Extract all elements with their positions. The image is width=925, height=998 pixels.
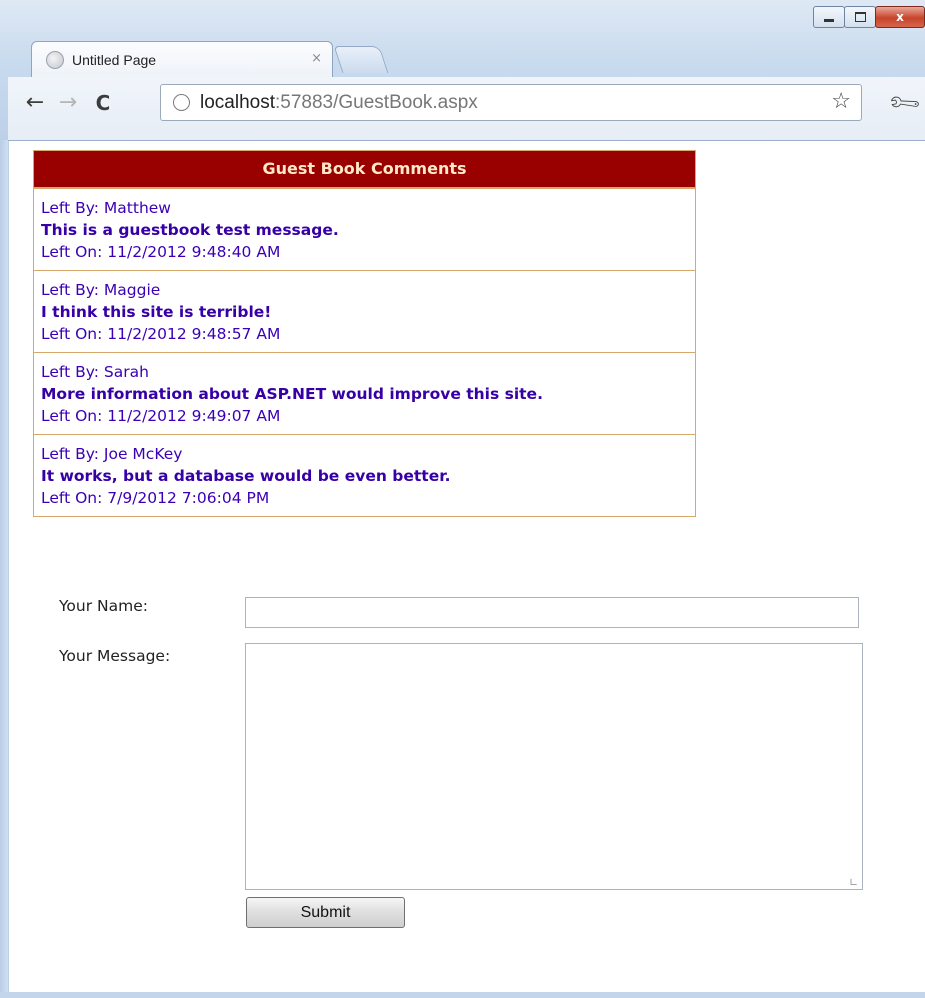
- address-bar[interactable]: localhost:57883/GuestBook.aspx ☆: [160, 84, 862, 121]
- entry-message: It works, but a database would be even b…: [41, 467, 451, 485]
- name-label: Your Name:: [59, 597, 148, 615]
- entry-message: I think this site is terrible!: [41, 303, 272, 321]
- url-path: :57883/GuestBook.aspx: [275, 91, 478, 113]
- maximize-icon: [854, 12, 866, 22]
- entry-author: Left By: Joe McKey: [41, 445, 183, 463]
- minimize-icon: [824, 19, 834, 22]
- resize-grip-icon[interactable]: ∟: [849, 876, 858, 889]
- entry-date: Left On: 11/2/2012 9:48:57 AM: [41, 325, 281, 343]
- page-favicon-icon: [46, 51, 64, 69]
- entry-date: Left On: 11/2/2012 9:48:40 AM: [41, 243, 281, 261]
- page-info-icon[interactable]: [173, 94, 190, 111]
- window-controls: x: [813, 6, 925, 28]
- back-arrow-icon[interactable]: ←: [22, 89, 48, 117]
- browser-tab-active[interactable]: Untitled Page ×: [31, 41, 333, 78]
- browser-toolbar: ← → C localhost:57883/GuestBook.aspx ☆ 🔧…: [8, 77, 925, 141]
- guestbook-header: Guest Book Comments: [34, 151, 695, 188]
- page-content: Guest Book Comments Left By: Matthew Thi…: [9, 141, 925, 992]
- entry-author: Left By: Sarah: [41, 363, 149, 381]
- entry-date: Left On: 11/2/2012 9:49:07 AM: [41, 407, 281, 425]
- submit-button[interactable]: Submit: [246, 897, 405, 928]
- message-textarea[interactable]: [245, 643, 863, 890]
- message-label: Your Message:: [59, 647, 171, 665]
- entry-author: Left By: Maggie: [41, 281, 161, 299]
- entry-date: Left On: 7/9/2012 7:06:04 PM: [41, 489, 270, 507]
- new-tab-button[interactable]: [333, 46, 389, 73]
- minimize-button[interactable]: [813, 6, 845, 28]
- tab-close-icon[interactable]: ×: [311, 51, 322, 66]
- maximize-button[interactable]: [844, 6, 876, 28]
- entry-message: More information about ASP.NET would imp…: [41, 385, 543, 403]
- window-left-border: [0, 140, 8, 998]
- window-bottom-border: [0, 992, 925, 998]
- guestbook-entry: Left By: Joe McKey It works, but a datab…: [34, 434, 695, 516]
- address-url[interactable]: localhost:57883/GuestBook.aspx: [200, 92, 478, 114]
- guestbook-entry: Left By: Matthew This is a guestbook tes…: [34, 188, 695, 270]
- bookmark-star-icon[interactable]: ☆: [831, 89, 851, 114]
- entry-author: Left By: Matthew: [41, 199, 171, 217]
- wrench-menu-icon[interactable]: 🔧︎: [886, 85, 923, 122]
- forward-arrow-icon[interactable]: →: [55, 89, 81, 117]
- url-host: localhost: [200, 91, 275, 113]
- tab-title: Untitled Page: [72, 52, 157, 68]
- window-close-button[interactable]: x: [875, 6, 925, 28]
- guestbook-entry: Left By: Maggie I think this site is ter…: [34, 270, 695, 352]
- entry-message: This is a guestbook test message.: [41, 221, 339, 239]
- name-input[interactable]: [245, 597, 859, 628]
- close-icon: x: [896, 10, 904, 24]
- reload-icon[interactable]: C: [90, 89, 116, 117]
- guestbook-entry: Left By: Sarah More information about AS…: [34, 352, 695, 434]
- guestbook-table: Guest Book Comments Left By: Matthew Thi…: [33, 150, 696, 517]
